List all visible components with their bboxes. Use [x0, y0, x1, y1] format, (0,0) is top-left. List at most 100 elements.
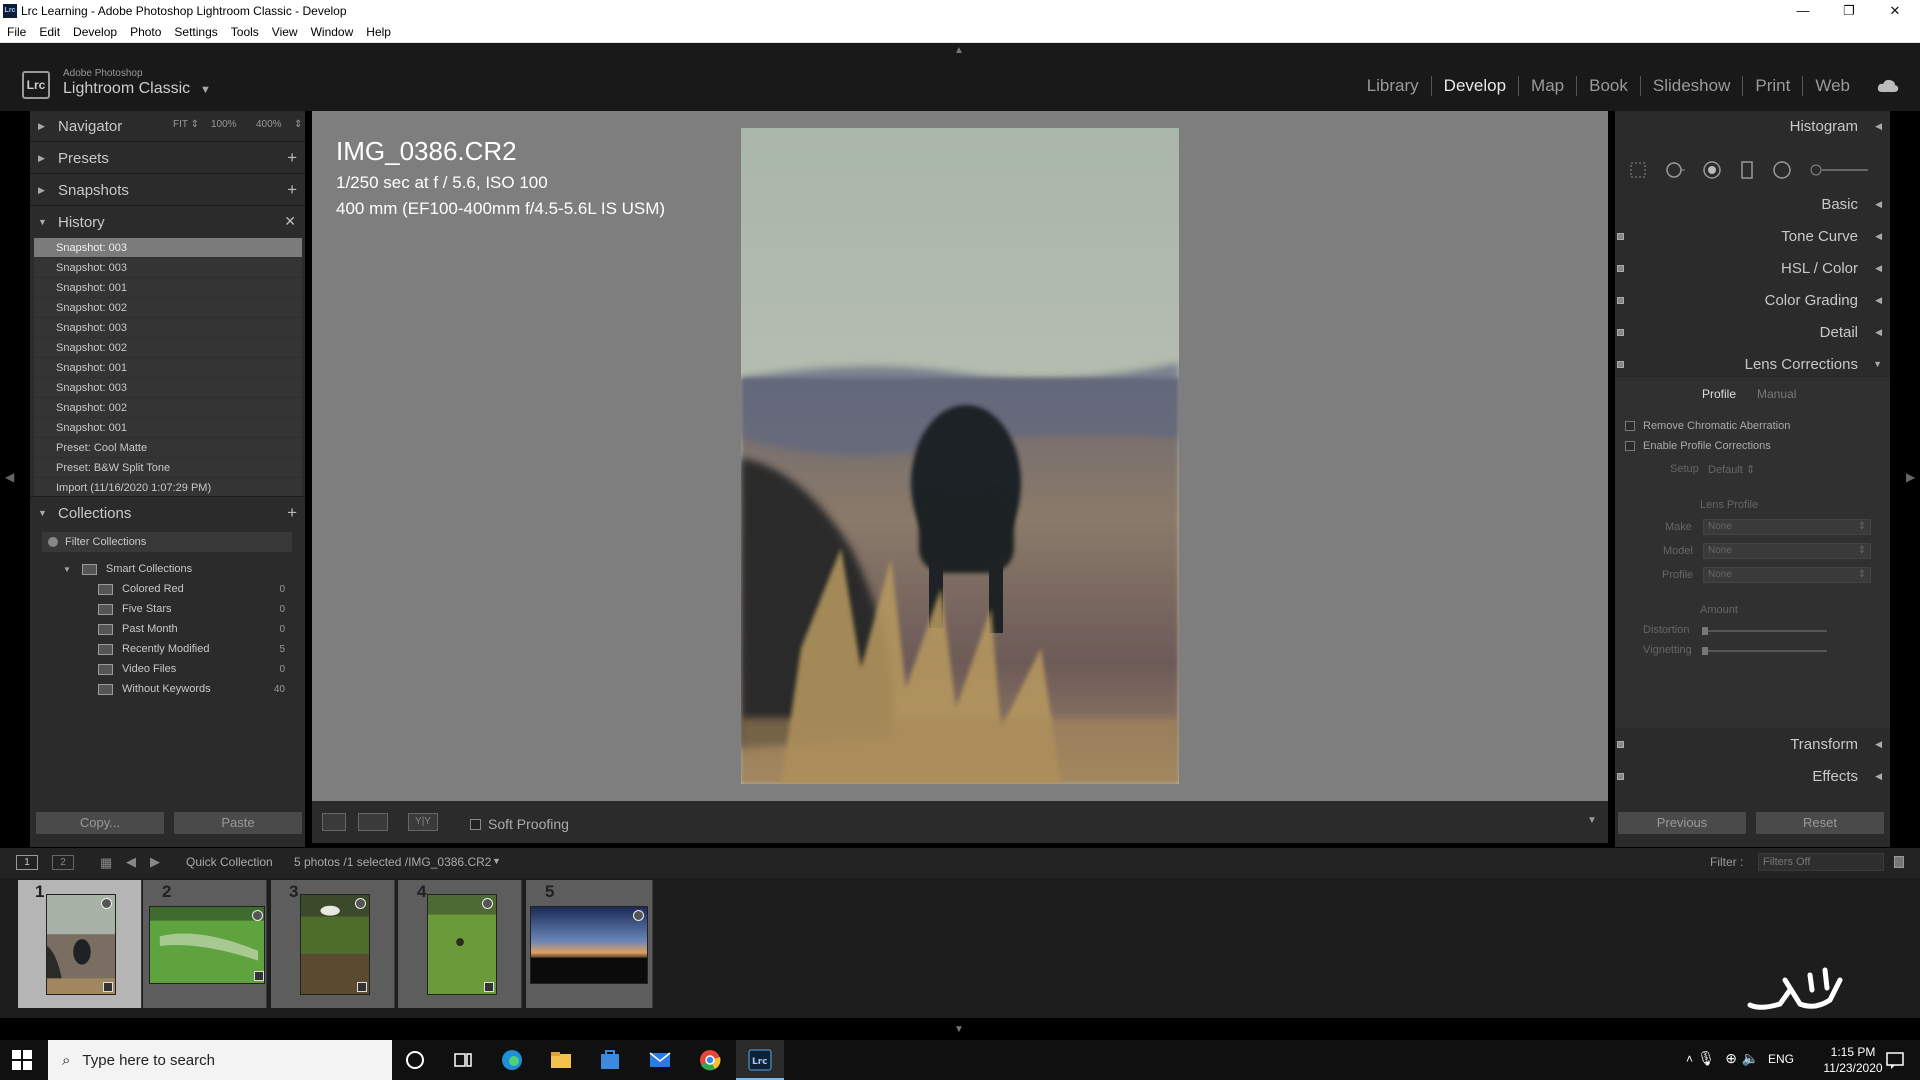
- thumbnail-badge-icon[interactable]: [101, 898, 112, 909]
- second-screen-button[interactable]: 2: [52, 855, 74, 870]
- chrome-icon[interactable]: [698, 1048, 722, 1072]
- cortana-icon[interactable]: [403, 1048, 427, 1072]
- forward-arrow-icon[interactable]: ▶: [150, 854, 160, 870]
- setup-value[interactable]: Default ⇕: [1708, 463, 1755, 476]
- history-item[interactable]: Snapshot: 003: [34, 238, 302, 258]
- detail-header[interactable]: Detail ◀: [1615, 317, 1890, 347]
- panel-switch-icon[interactable]: [1617, 741, 1624, 748]
- vignetting-slider[interactable]: [1705, 650, 1827, 652]
- checkbox-box[interactable]: [1625, 441, 1635, 451]
- before-after-icon[interactable]: [358, 813, 388, 831]
- module-web[interactable]: Web: [1803, 76, 1862, 96]
- panel-switch-icon[interactable]: [1617, 265, 1624, 272]
- history-item[interactable]: Snapshot: 001: [34, 418, 302, 438]
- module-develop[interactable]: Develop: [1432, 76, 1520, 96]
- thumbnail-badge-icon[interactable]: [355, 898, 366, 909]
- collection-item[interactable]: Five Stars 0: [30, 599, 305, 619]
- snapshots-header[interactable]: ▶ Snapshots +: [30, 175, 305, 205]
- history-item[interactable]: Preset: B&W Split Tone: [34, 458, 302, 478]
- distortion-slider[interactable]: [1705, 630, 1827, 632]
- history-item[interactable]: Snapshot: 002: [34, 398, 302, 418]
- effects-header[interactable]: Effects ◀: [1615, 761, 1890, 791]
- toolbar-menu-icon[interactable]: ▼: [1587, 815, 1597, 826]
- soft-proofing-toggle[interactable]: Soft Proofing: [470, 816, 569, 832]
- thumbnail-badge-icon[interactable]: [633, 910, 644, 921]
- collection-item[interactable]: Past Month 0: [30, 619, 305, 639]
- panel-switch-icon[interactable]: [1617, 361, 1624, 368]
- before-after-yy-icon[interactable]: Y|Y: [408, 813, 438, 831]
- presets-header[interactable]: ▶ Presets +: [30, 143, 305, 173]
- collection-item[interactable]: Without Keywords 40: [30, 679, 305, 699]
- remove-ca-checkbox[interactable]: Remove Chromatic Aberration: [1625, 420, 1790, 432]
- menu-photo[interactable]: Photo: [130, 25, 161, 39]
- right-panel-toggle-icon[interactable]: ▶: [1906, 470, 1915, 484]
- minimize-button[interactable]: —: [1780, 0, 1826, 22]
- make-select[interactable]: None: [1703, 519, 1871, 535]
- profile-select[interactable]: None: [1703, 567, 1871, 583]
- left-panel-toggle-icon[interactable]: ◀: [5, 470, 14, 484]
- thumbnail-image[interactable]: [427, 894, 497, 995]
- basic-header[interactable]: Basic ◀: [1615, 189, 1890, 219]
- network-icon[interactable]: ⊕: [1725, 1050, 1737, 1067]
- back-arrow-icon[interactable]: ◀: [126, 854, 136, 870]
- main-screen-button[interactable]: 1: [16, 855, 38, 870]
- hsl-header[interactable]: HSL / Color ◀: [1615, 253, 1890, 283]
- transform-header[interactable]: Transform ◀: [1615, 729, 1890, 759]
- history-item[interactable]: Import (11/16/2020 1:07:29 PM): [34, 478, 302, 498]
- add-preset-icon[interactable]: +: [287, 148, 297, 168]
- taskbar-clock[interactable]: 1:15 PM 11/23/2020: [1823, 1044, 1883, 1076]
- history-header[interactable]: ▼ History ✕: [30, 207, 305, 237]
- collapse-top-arrow-icon[interactable]: ▲: [954, 45, 964, 56]
- enable-profile-checkbox[interactable]: Enable Profile Corrections: [1625, 440, 1771, 452]
- navigator-header[interactable]: ▶ Navigator FIT ⇕ 100% 400% ⇕: [30, 111, 305, 141]
- menu-view[interactable]: View: [272, 25, 298, 39]
- photo-preview[interactable]: [741, 128, 1179, 784]
- menu-tools[interactable]: Tools: [231, 25, 259, 39]
- red-eye-icon[interactable]: [1701, 159, 1723, 181]
- thumbnail-badge-icon[interactable]: [482, 898, 493, 909]
- zoom-100[interactable]: 100%: [211, 119, 237, 130]
- panel-switch-icon[interactable]: [1617, 297, 1624, 304]
- thumbnail-image[interactable]: [46, 894, 116, 995]
- reset-button[interactable]: Reset: [1755, 811, 1885, 835]
- panel-switch-icon[interactable]: [1617, 233, 1624, 240]
- brand-dropdown-icon[interactable]: ▼: [200, 84, 211, 96]
- copy-button[interactable]: Copy...: [35, 811, 165, 835]
- graduated-filter-icon[interactable]: [1736, 159, 1758, 181]
- zoom-more[interactable]: ⇕: [294, 119, 302, 130]
- module-slideshow[interactable]: Slideshow: [1641, 76, 1744, 96]
- menu-settings[interactable]: Settings: [174, 25, 217, 39]
- close-button[interactable]: ✕: [1872, 0, 1918, 22]
- distortion-slider-thumb[interactable]: [1702, 627, 1708, 635]
- tone-curve-header[interactable]: Tone Curve ◀: [1615, 221, 1890, 251]
- brush-size-slider-icon[interactable]: [1810, 159, 1870, 181]
- loupe-view-icon[interactable]: [322, 813, 346, 831]
- cloud-sync-icon[interactable]: [1877, 79, 1899, 93]
- zoom-400[interactable]: 400%: [256, 119, 282, 130]
- mail-icon[interactable]: [648, 1048, 672, 1072]
- taskbar-search-input[interactable]: ⌕ Type here to search: [48, 1040, 392, 1080]
- history-item[interactable]: Snapshot: 003: [34, 378, 302, 398]
- checkbox-box[interactable]: [1625, 421, 1635, 431]
- smart-collections-group[interactable]: ▼ Smart Collections: [30, 559, 305, 579]
- task-view-icon[interactable]: [451, 1048, 475, 1072]
- maximize-button[interactable]: ❐: [1826, 0, 1872, 22]
- microphone-icon[interactable]: 🎙: [1697, 1050, 1715, 1067]
- crop-tool-icon[interactable]: [1627, 159, 1649, 181]
- thumbnail-image[interactable]: [300, 894, 370, 995]
- previous-button[interactable]: Previous: [1617, 811, 1747, 835]
- windows-start-icon[interactable]: [12, 1050, 32, 1070]
- collection-item[interactable]: Recently Modified 5: [30, 639, 305, 659]
- histogram-header[interactable]: Histogram ◀: [1615, 111, 1890, 141]
- panel-switch-icon[interactable]: [1617, 329, 1624, 336]
- collapse-filmstrip-arrow-icon[interactable]: ▼: [954, 1024, 964, 1035]
- history-item[interactable]: Preset: Cool Matte: [34, 438, 302, 458]
- filter-lock-icon[interactable]: [1894, 856, 1904, 868]
- module-book[interactable]: Book: [1577, 76, 1641, 96]
- clear-history-icon[interactable]: ✕: [284, 213, 296, 230]
- menu-develop[interactable]: Develop: [73, 25, 117, 39]
- lens-tab-manual[interactable]: Manual: [1757, 387, 1796, 401]
- module-print[interactable]: Print: [1743, 76, 1804, 96]
- thumbnail-image[interactable]: [530, 906, 648, 984]
- paste-button[interactable]: Paste: [173, 811, 303, 835]
